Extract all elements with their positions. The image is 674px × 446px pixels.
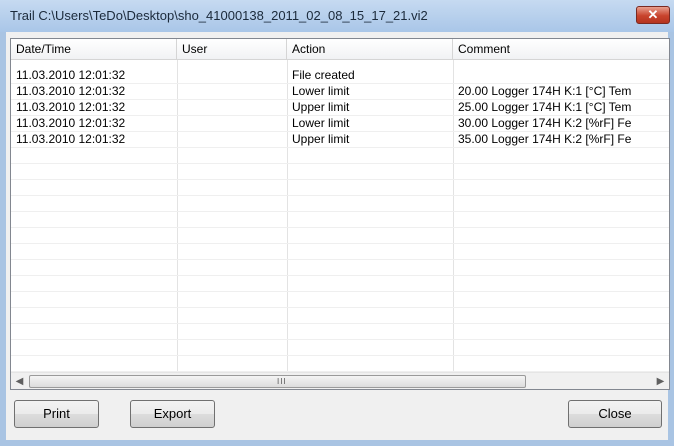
cell-action: Lower limit: [292, 84, 350, 98]
cell-comment: 20.00 Logger 174H K:1 [°C] Tem: [458, 84, 632, 98]
row-grid-line: [11, 211, 669, 212]
row-grid-line: [11, 243, 669, 244]
column-header-datetime[interactable]: Date/Time: [11, 39, 177, 59]
cell-datetime: 11.03.2010 12:01:32: [16, 132, 126, 146]
audit-trail-list[interactable]: Date/Time User Action Comment 11.03.2010…: [10, 38, 670, 390]
cell-comment: 30.00 Logger 174H K:2 [%rF] Fe: [458, 116, 632, 130]
cell-comment: 35.00 Logger 174H K:2 [%rF] Fe: [458, 132, 632, 146]
table-row[interactable]: 11.03.2010 12:01:32 Upper limit 35.00 Lo…: [11, 131, 669, 147]
trail-dialog-window: Trail C:\Users\TeDo\Desktop\sho_41000138…: [0, 0, 674, 446]
window-close-button[interactable]: ✕: [636, 6, 670, 24]
cell-user: [177, 83, 287, 99]
row-grid-line: [11, 339, 669, 340]
row-grid-line: [11, 323, 669, 324]
scroll-left-arrow-icon[interactable]: ◀: [11, 373, 28, 389]
row-grid-line: [11, 307, 669, 308]
cell-action: Upper limit: [292, 132, 350, 146]
row-grid-line: [11, 195, 669, 196]
window-title: Trail C:\Users\TeDo\Desktop\sho_41000138…: [10, 8, 428, 23]
list-header: Date/Time User Action Comment: [11, 39, 669, 60]
table-row[interactable]: 11.03.2010 12:01:32 Lower limit 20.00 Lo…: [11, 83, 669, 99]
cell-datetime: 11.03.2010 12:01:32: [16, 68, 126, 82]
cell-comment: [453, 67, 669, 83]
row-grid-line: [11, 259, 669, 260]
cell-datetime: 11.03.2010 12:01:32: [16, 84, 126, 98]
row-grid-line: [11, 179, 669, 180]
cell-user: [177, 67, 287, 83]
close-button[interactable]: Close: [568, 400, 662, 428]
scroll-right-arrow-icon[interactable]: ▶: [652, 373, 669, 389]
scrollbar-grip-icon: III: [277, 377, 287, 386]
row-grid-line: [11, 355, 669, 356]
scrollbar-thumb[interactable]: III: [29, 375, 526, 388]
column-header-comment[interactable]: Comment: [453, 39, 669, 59]
print-button[interactable]: Print: [14, 400, 99, 428]
title-bar[interactable]: Trail C:\Users\TeDo\Desktop\sho_41000138…: [0, 0, 674, 32]
table-row[interactable]: 11.03.2010 12:01:32 Lower limit 30.00 Lo…: [11, 115, 669, 131]
cell-action: File created: [292, 68, 355, 82]
table-row[interactable]: 11.03.2010 12:01:32 Upper limit 25.00 Lo…: [11, 99, 669, 115]
dialog-client-area: Date/Time User Action Comment 11.03.2010…: [6, 32, 670, 440]
column-header-action[interactable]: Action: [287, 39, 453, 59]
row-grid-line: [11, 147, 669, 148]
cell-user: [177, 131, 287, 147]
table-row[interactable]: 11.03.2010 12:01:32 File created: [11, 67, 669, 83]
cell-user: [177, 115, 287, 131]
cell-comment: 25.00 Logger 174H K:1 [°C] Tem: [458, 100, 632, 114]
row-grid-line: [11, 163, 669, 164]
cell-datetime: 11.03.2010 12:01:32: [16, 116, 126, 130]
row-grid-line: [11, 291, 669, 292]
horizontal-scrollbar[interactable]: ◀ III ▶: [11, 372, 669, 389]
cell-user: [177, 99, 287, 115]
cell-datetime: 11.03.2010 12:01:32: [16, 100, 126, 114]
column-header-user[interactable]: User: [177, 39, 287, 59]
cell-action: Upper limit: [292, 100, 350, 114]
cell-action: Lower limit: [292, 116, 350, 130]
row-grid-line: [11, 275, 669, 276]
row-grid-line: [11, 227, 669, 228]
export-button[interactable]: Export: [130, 400, 215, 428]
